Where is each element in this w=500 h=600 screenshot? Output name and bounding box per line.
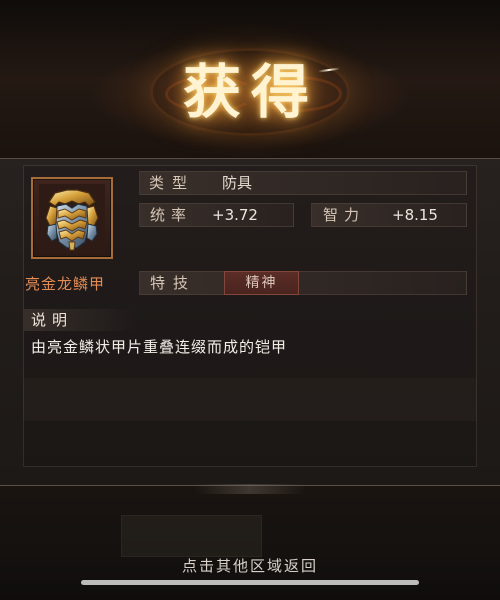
description-label: 说明 (31, 311, 74, 329)
description-text: 由亮金鳞状甲片重叠连缀而成的铠甲 (31, 338, 288, 356)
type-label: 类型 (149, 174, 196, 192)
leadership-label: 统率 (150, 206, 193, 224)
skill-label: 特技 (150, 274, 197, 292)
skill-tag: 精神 (224, 271, 299, 295)
armor-icon (39, 184, 105, 254)
type-value: 防具 (222, 174, 253, 192)
confirm-button[interactable] (121, 515, 262, 557)
home-indicator (81, 580, 419, 585)
reward-title: 获得 (182, 58, 319, 126)
item-frame (31, 177, 113, 259)
description-area-shading-bottom (23, 421, 477, 467)
intelligence-value: +8.15 (392, 206, 438, 224)
return-hint[interactable]: 点击其他区域返回 (150, 556, 350, 576)
item-name: 亮金龙鳞甲 (25, 275, 106, 293)
bottom-ornament (194, 484, 306, 494)
leadership-value: +3.72 (212, 206, 258, 224)
description-area-shading-top (23, 378, 477, 421)
intelligence-label: 智力 (323, 206, 366, 224)
